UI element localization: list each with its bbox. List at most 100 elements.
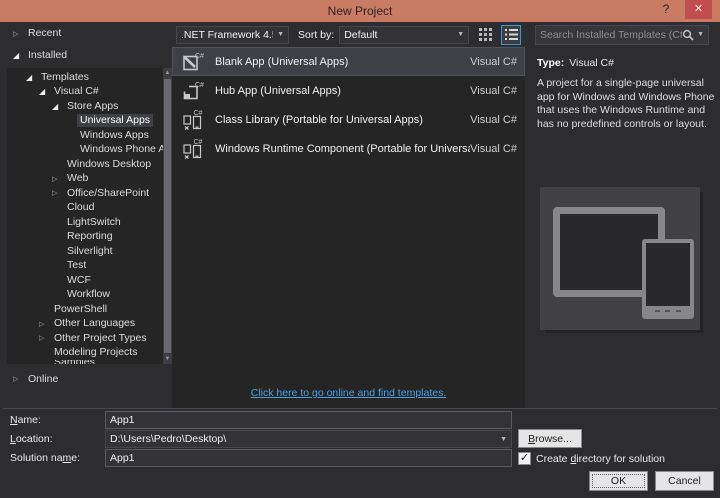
template-list: C# Blank App (Universal Apps) Visual C# C# H…: [172, 47, 525, 163]
template-info-pane: Type: Visual C# A project for a single-pa…: [525, 47, 717, 408]
browse-button[interactable]: Browse...: [518, 429, 582, 448]
tree-item-installed[interactable]: ◢ Installed: [7, 48, 168, 63]
tree-item-label: Visual C#: [54, 85, 99, 98]
tree-item-powershell[interactable]: ▷PowerShell: [7, 302, 163, 317]
title-bar[interactable]: New Project ? ✕: [0, 0, 720, 22]
search-input[interactable]: [540, 28, 683, 41]
template-name: Blank App (Universal Apps): [215, 55, 349, 68]
tree-item-recent[interactable]: ▷ Recent: [7, 26, 168, 41]
template-item-hub-app-universal-apps-[interactable]: C# Hub App (Universal Apps) Visual C#: [172, 76, 525, 105]
help-button[interactable]: ?: [656, 0, 676, 19]
tree-item-label: Universal Apps: [77, 114, 154, 128]
tree-expanded-icon[interactable]: ◢: [39, 87, 51, 96]
tree-item-workflow[interactable]: ▷Workflow: [7, 288, 163, 303]
sort-dropdown[interactable]: Default ▼: [339, 25, 470, 44]
tree-expanded-icon[interactable]: ◢: [26, 73, 38, 82]
template-language: Visual C#: [470, 142, 517, 155]
template-item-class-library-portable-for-universal-apps-[interactable]: C# Class Library (Portable for Universal …: [172, 105, 525, 134]
tree-item-label: Reporting: [67, 230, 113, 243]
scroll-up-icon[interactable]: ▲: [163, 68, 172, 78]
go-online-link[interactable]: Click here to go online and find templat…: [251, 387, 447, 399]
tree-viewport: ◢Templates◢Visual C#◢Store Apps▷Universa…: [7, 68, 172, 364]
tree-item-windows-apps[interactable]: ▷Windows Apps: [7, 128, 163, 143]
tree-expanded-icon[interactable]: ◢: [52, 102, 64, 111]
template-name: Windows Runtime Component (Portable for …: [215, 142, 470, 155]
tree-collapsed-icon[interactable]: ▷: [39, 320, 51, 328]
small-icons-view-button[interactable]: [475, 25, 495, 45]
ok-button[interactable]: OK: [589, 471, 648, 491]
tree-item-label: PowerShell: [54, 302, 108, 315]
create-directory-checkbox[interactable]: ✓: [518, 452, 531, 465]
tree-item-label: Windows Apps: [80, 128, 149, 141]
tree-collapsed-icon[interactable]: ▷: [39, 334, 51, 342]
tree-item-windows-desktop[interactable]: ▷Windows Desktop: [7, 157, 163, 172]
name-field[interactable]: [105, 411, 512, 429]
search-box[interactable]: ▼: [535, 24, 709, 45]
list-view-button[interactable]: [501, 24, 522, 45]
tree-item-windows-phone-apps[interactable]: ▷Windows Phone Apps: [7, 143, 172, 158]
template-name: Class Library (Portable for Universal Ap…: [215, 113, 423, 126]
tree-item-label: Installed: [28, 49, 68, 61]
tree-item-web[interactable]: ▷ Web: [7, 172, 163, 187]
scrollbar-thumb[interactable]: [164, 79, 171, 353]
tree-item-lightswitch[interactable]: ▷LightSwitch: [7, 215, 163, 230]
template-item-blank-app-universal-apps-[interactable]: C# Blank App (Universal Apps) Visual C#: [172, 47, 525, 76]
check-icon: ✓: [519, 452, 530, 464]
scroll-down-icon[interactable]: ▼: [163, 354, 172, 364]
close-button[interactable]: ✕: [685, 0, 712, 19]
location-value: D:\Users\Pedro\Desktop\: [110, 433, 227, 445]
tree-item-label: Other Languages: [54, 317, 136, 330]
online-link-row: Click here to go online and find templat…: [172, 383, 525, 401]
template-preview-image: [540, 187, 700, 330]
project-settings-section: Name: Location: D:\Users\Pedro\Desktop\ …: [3, 409, 717, 492]
cancel-button[interactable]: Cancel: [655, 471, 714, 491]
tree-item-online[interactable]: ▷ Online: [7, 372, 168, 387]
framework-dropdown-value: .NET Framework 4.5: [181, 28, 274, 41]
list-view-icon: [504, 29, 518, 40]
phone-preview-icon: [642, 239, 694, 319]
solution-name-label: Solution name:: [10, 452, 81, 464]
tree-item-silverlight[interactable]: ▷Silverlight: [7, 244, 163, 259]
tree-expanded-icon[interactable]: ◢: [13, 51, 25, 60]
tree-item-test[interactable]: ▷Test: [7, 259, 163, 274]
tree-item-samples[interactable]: ▷Samples: [7, 360, 163, 364]
tree-scrollbar[interactable]: ▲ ▼: [163, 68, 172, 364]
tree-item-wcf[interactable]: ▷WCF: [7, 273, 163, 288]
tree-item-label: Online: [28, 372, 59, 385]
search-icon: [682, 29, 694, 41]
location-combobox[interactable]: D:\Users\Pedro\Desktop\ ▼: [105, 430, 512, 448]
tree-item-reporting[interactable]: ▷Reporting: [7, 230, 163, 245]
hub-app-icon: C#: [181, 79, 205, 103]
tree-collapsed-icon[interactable]: ▷: [13, 30, 25, 38]
tree-collapsed-icon[interactable]: ▷: [13, 375, 25, 383]
template-language: Visual C#: [470, 84, 517, 97]
tree-item-universal-apps[interactable]: ▷Universal Apps: [7, 114, 163, 129]
solution-name-field[interactable]: [105, 449, 512, 467]
tree-item-store-apps[interactable]: ◢ Store Apps: [7, 99, 163, 114]
template-item-windows-runtime-component-portable-for-universal-apps-[interactable]: C# Windows Runtime Component (Portable fo…: [172, 134, 525, 163]
tree-item-office-sharepoint[interactable]: ▷ Office/SharePoint: [7, 186, 163, 201]
tree-item-other-languages[interactable]: ▷ Other Languages: [7, 317, 163, 332]
tree-item-modeling-projects[interactable]: ▷Modeling Projects: [7, 346, 163, 361]
tree-root-bottom: ▷ Online: [7, 372, 168, 387]
location-label: Location:: [10, 433, 53, 445]
tree-collapsed-icon[interactable]: ▷: [52, 175, 64, 183]
template-language: Visual C#: [470, 55, 517, 68]
search-scope-arrow-icon[interactable]: ▼: [697, 31, 704, 38]
blank-app-icon: C#: [181, 50, 205, 74]
tree-item-label: Templates: [41, 70, 89, 83]
portable-library-icon: C#: [181, 108, 205, 132]
create-directory-option[interactable]: ✓ Create directory for solution: [518, 452, 665, 465]
new-project-dialog: New Project ? ✕ ▷ Recent ◢ Installed ◢ Templ…: [0, 0, 720, 498]
chevron-down-icon: ▼: [500, 435, 507, 443]
tree-item-templates[interactable]: ◢ Templates: [7, 70, 163, 85]
template-name: Hub App (Universal Apps): [215, 84, 341, 97]
tree-collapsed-icon[interactable]: ▷: [52, 189, 64, 197]
chevron-down-icon: ▼: [277, 31, 284, 38]
tree-item-label: Silverlight: [67, 244, 113, 257]
tree-item-cloud[interactable]: ▷Cloud: [7, 201, 163, 216]
tree-item-visual-c-[interactable]: ◢ Visual C#: [7, 85, 163, 100]
tree-item-other-project-types[interactable]: ▷ Other Project Types: [7, 331, 163, 346]
framework-dropdown[interactable]: .NET Framework 4.5 ▼: [176, 25, 289, 44]
tree-item-label: Office/SharePoint: [67, 186, 150, 199]
